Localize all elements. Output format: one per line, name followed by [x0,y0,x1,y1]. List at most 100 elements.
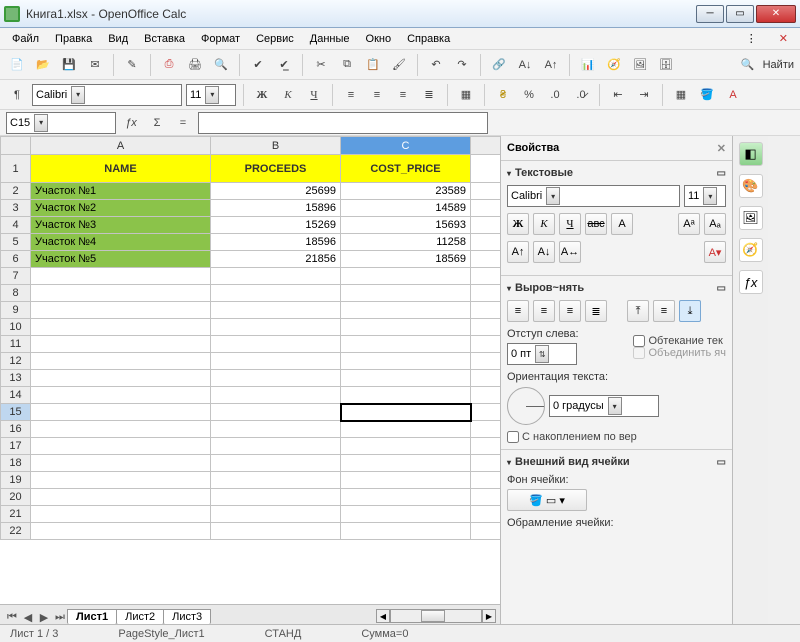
cell[interactable]: Участок №5 [31,251,211,268]
autocheck-icon[interactable]: ✔̲ [273,54,295,76]
row-header[interactable]: 18 [1,455,31,472]
row-header[interactable]: 21 [1,506,31,523]
datasrc-icon[interactable]: 🗄 [655,54,677,76]
cell[interactable]: Участок №2 [31,200,211,217]
cell-bg-picker[interactable]: 🪣 ▭ ▾ [507,489,587,511]
menu-format[interactable]: Формат [195,31,246,47]
hscroll-left-icon[interactable]: ◀ [376,609,390,623]
cell[interactable]: 15269 [211,217,341,234]
row-header[interactable]: 20 [1,489,31,506]
dock-navigator-icon[interactable]: 🧭 [739,238,763,262]
link-icon[interactable]: 🔗 [488,54,510,76]
row-header[interactable]: 13 [1,370,31,387]
formula-input[interactable] [198,112,488,134]
menu-drag-icon[interactable]: ⋮ [740,30,763,47]
hscroll-track[interactable] [390,609,482,623]
row-header[interactable]: 11 [1,336,31,353]
underline-icon[interactable]: Ч [303,84,325,106]
side-underline-icon[interactable]: Ч [559,213,581,235]
side-sub-icon[interactable]: Aₐ [704,213,726,235]
merge-icon[interactable]: ▦ [455,84,477,106]
col-header-b[interactable]: B [211,137,341,155]
style-icon[interactable]: ¶ [6,84,28,106]
cell[interactable]: NAME [31,155,211,183]
valign-bot-icon[interactable]: ⤓ [679,300,701,322]
menu-help[interactable]: Справка [401,31,456,47]
nav-icon[interactable]: 🧭 [603,54,625,76]
pdf-icon[interactable]: ⎙ [158,54,180,76]
cell[interactable]: Участок №4 [31,234,211,251]
menu-edit[interactable]: Правка [49,31,98,47]
align-just-icon[interactable]: ≣ [585,300,607,322]
select-all-corner[interactable] [1,137,31,155]
font-name-combo[interactable]: Calibri▾ [32,84,182,106]
row-header[interactable]: 16 [1,421,31,438]
side-font-combo[interactable]: Calibri▾ [507,185,680,207]
menu-data[interactable]: Данные [304,31,356,47]
align-center-icon[interactable]: ≡ [366,84,388,106]
currency-icon[interactable]: ₴ [492,84,514,106]
cell[interactable]: 18596 [211,234,341,251]
align-left-icon[interactable]: ≡ [507,300,529,322]
font-size-combo[interactable]: 11▾ [186,84,236,106]
orient-dial[interactable] [507,387,545,425]
menu-window[interactable]: Окно [360,31,398,47]
cell[interactable]: 15896 [211,200,341,217]
preview-icon[interactable]: 🔍 [210,54,232,76]
cell[interactable]: 25699 [211,183,341,200]
hscroll-right-icon[interactable]: ▶ [482,609,496,623]
row-header[interactable]: 14 [1,387,31,404]
decimal-add-icon[interactable]: .0 [544,84,566,106]
col-header-a[interactable]: A [31,137,211,155]
minimize-button[interactable]: ─ [696,5,724,23]
cell[interactable]: 14589 [341,200,471,217]
row-header[interactable]: 9 [1,302,31,319]
inc-indent-icon[interactable]: ⇥ [633,84,655,106]
name-box[interactable]: C15▾ [6,112,116,134]
row-header[interactable]: 3 [1,200,31,217]
cell[interactable]: Участок №1 [31,183,211,200]
align-center-icon[interactable]: ≡ [533,300,555,322]
sheet-tab-3[interactable]: Лист3 [163,609,211,624]
dec-indent-icon[interactable]: ⇤ [607,84,629,106]
row-header[interactable]: 7 [1,268,31,285]
sheet-tab-1[interactable]: Лист1 [67,609,117,624]
tab-first-icon[interactable]: ⏮ [4,611,20,624]
indent-spinner[interactable]: 0 пт⇅ [507,343,577,365]
sheet-tab-2[interactable]: Лист2 [116,609,164,624]
equals-icon[interactable]: = [172,112,194,134]
tab-prev-icon[interactable]: ◀ [20,611,36,624]
close-button[interactable]: ✕ [756,5,796,23]
row-header[interactable]: 19 [1,472,31,489]
row-header[interactable]: 5 [1,234,31,251]
align-justify-icon[interactable]: ≣ [418,84,440,106]
print-icon[interactable]: 🖨 [184,54,206,76]
side-italic-icon[interactable]: К [533,213,555,235]
cell[interactable]: 15693 [341,217,471,234]
orient-combo[interactable]: 0 градусы▾ [549,395,659,417]
col-header-c[interactable]: C [341,137,471,155]
edit-icon[interactable]: ✎ [121,54,143,76]
bgcolor-icon[interactable]: 🪣 [696,84,718,106]
row-header[interactable]: 12 [1,353,31,370]
valign-top-icon[interactable]: ⤒ [627,300,649,322]
row-header[interactable]: 2 [1,183,31,200]
menu-insert[interactable]: Вставка [138,31,191,47]
find-label[interactable]: Найти [763,59,794,71]
tab-last-icon[interactable]: ⏭ [52,611,68,624]
dock-functions-icon[interactable]: ƒx [739,270,763,294]
email-icon[interactable]: ✉ [84,54,106,76]
side-strike-icon[interactable]: авс [585,213,607,235]
wrap-checkbox[interactable] [633,335,645,347]
row-header[interactable]: 6 [1,251,31,268]
row-header[interactable]: 22 [1,523,31,540]
tab-next-icon[interactable]: ▶ [36,611,52,624]
undo-icon[interactable]: ↶ [425,54,447,76]
maximize-button[interactable]: ▭ [726,5,754,23]
cell[interactable]: 23589 [341,183,471,200]
open-icon[interactable]: 📂 [32,54,54,76]
cell[interactable]: COST_PRICE [341,155,471,183]
align-right-icon[interactable]: ≡ [392,84,414,106]
save-icon[interactable]: 💾 [58,54,80,76]
spellcheck-icon[interactable]: ✔ [247,54,269,76]
